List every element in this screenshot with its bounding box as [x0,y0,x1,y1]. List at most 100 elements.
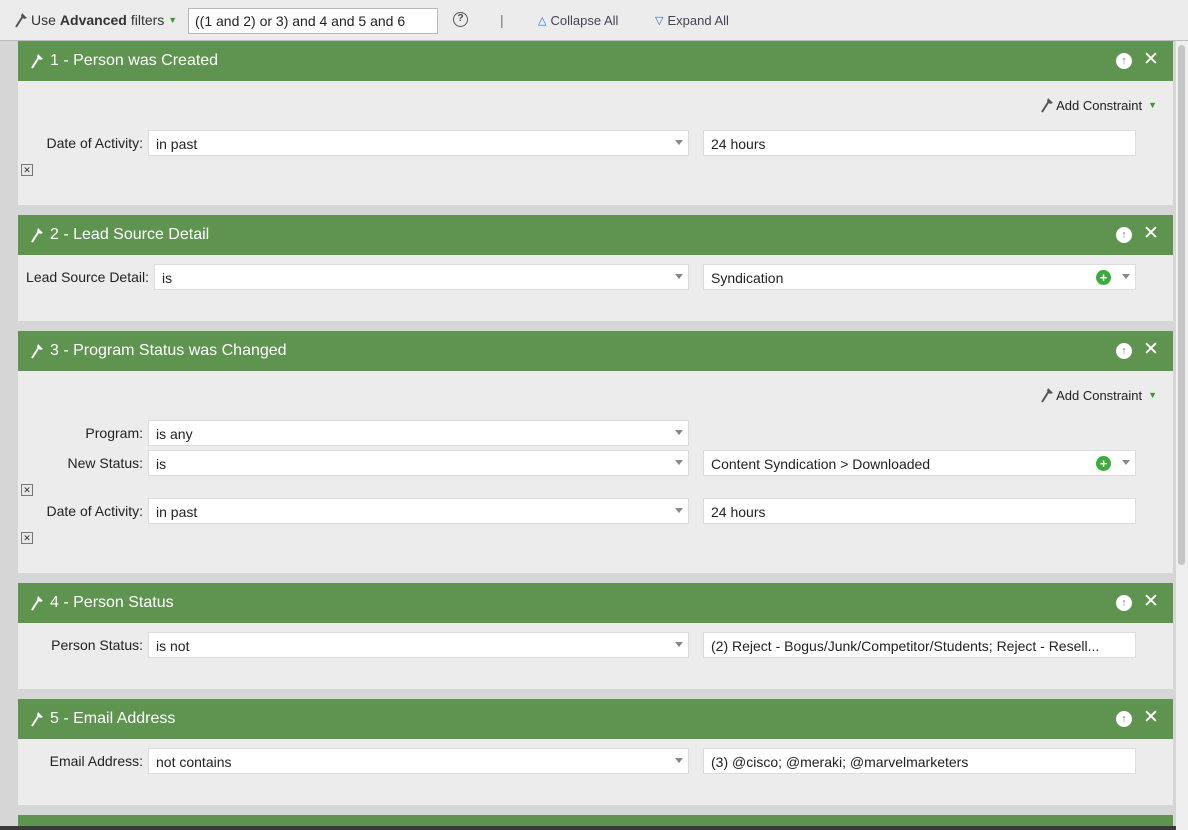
filter-panel-4: 4 - Person Status ↑ ✕ Person Status: is … [18,583,1173,689]
add-value-icon[interactable]: + [1096,456,1111,471]
move-up-icon[interactable]: ↑ [1116,711,1132,727]
lead-source-detail-label: Lead Source Detail: [26,269,149,285]
dropdown-caret-icon: ▼ [1148,390,1157,400]
program-label: Program: [85,425,143,441]
panel-header[interactable]: 3 - Program Status was Changed ↑ ✕ [18,331,1173,371]
close-icon[interactable]: ✕ [1143,50,1159,69]
remove-constraint-icon[interactable]: ✕ [21,532,33,544]
toolbar-separator: | [500,12,504,28]
wand-icon [1041,388,1054,403]
panel-title: 5 - Email Address [50,710,176,727]
value-field[interactable]: 24 hours [703,130,1136,156]
add-value-icon[interactable]: + [1096,270,1111,285]
drag-handle-icon[interactable] [30,53,44,69]
drag-handle-icon[interactable] [30,227,44,243]
scroll-thumb[interactable] [1178,45,1185,565]
date-of-activity-label: Date of Activity: [46,135,143,151]
wand-icon [1041,98,1054,113]
remove-constraint-icon[interactable]: ✕ [21,164,33,176]
new-status-value-select[interactable]: Content Syndication > Downloaded + [703,450,1136,476]
operator-value: in past [156,504,198,520]
dropdown-arrow-icon [675,274,683,279]
panel-header[interactable]: 5 - Email Address ↑ ✕ [18,699,1173,739]
expand-all-link[interactable]: ▽ Expand All [655,13,729,28]
dropdown-arrow-icon [1122,460,1130,465]
operator-select[interactable]: not contains [148,748,689,774]
filter-panel-3: 3 - Program Status was Changed ↑ ✕ Add C… [18,331,1173,573]
collapse-all-label: Collapse All [550,13,619,28]
dropdown-arrow-icon [675,460,683,465]
scrollbar[interactable] [1176,41,1188,830]
close-icon[interactable]: ✕ [1143,592,1159,611]
collapse-all-link[interactable]: △ Collapse All [538,13,618,28]
new-status-operator-select[interactable]: is [148,450,689,476]
use-advanced-filters-menu[interactable]: Use Advanced filters ▼ [14,12,177,28]
filter-panel-1: 1 - Person was Created ↑ ✕ Add Constrain… [18,41,1173,205]
date-operator-select[interactable]: in past [148,498,689,524]
move-up-icon[interactable]: ↑ [1116,53,1132,69]
dropdown-arrow-icon [675,430,683,435]
dropdown-caret-icon: ▼ [168,15,178,25]
operator-select[interactable]: is not [148,632,689,658]
close-icon[interactable]: ✕ [1143,224,1159,243]
dropdown-arrow-icon [1122,274,1130,279]
operator-select[interactable]: in past [148,130,689,156]
expand-triangle-icon: ▽ [655,15,664,27]
wand-icon [15,13,27,28]
panel-title: 4 - Person Status [50,594,174,611]
add-constraint-button[interactable]: Add Constraint ▼ [1040,97,1157,113]
operator-value: in past [156,136,198,152]
filter-panel-2: 2 - Lead Source Detail ↑ ✕ Lead Source D… [18,215,1173,321]
dropdown-caret-icon: ▼ [1148,100,1157,110]
dropdown-arrow-icon [675,140,683,145]
program-operator-select[interactable]: is any [148,420,689,446]
value-field[interactable]: (2) Reject - Bogus/Junk/Competitor/Stude… [703,632,1136,658]
value-text: Syndication [711,270,784,286]
filter-panel-5: 5 - Email Address ↑ ✕ Email Address: not… [18,699,1173,805]
move-up-icon[interactable]: ↑ [1116,227,1132,243]
panel-title: 1 - Person was Created [50,52,219,69]
drag-handle-icon[interactable] [30,711,44,727]
bottom-strip [0,826,1188,830]
operator-select[interactable]: is [154,264,689,290]
close-icon[interactable]: ✕ [1143,340,1159,359]
use-label: Use [31,12,56,28]
email-address-label: Email Address: [49,753,143,769]
panel-header[interactable]: 2 - Lead Source Detail ↑ ✕ [18,215,1173,255]
remove-constraint-icon[interactable]: ✕ [21,484,33,496]
filter-logic-input[interactable] [188,8,438,34]
close-icon[interactable]: ✕ [1143,708,1159,727]
add-constraint-label: Add Constraint [1056,97,1143,113]
value-field[interactable]: 24 hours [703,498,1136,524]
dropdown-arrow-icon [675,508,683,513]
move-up-icon[interactable]: ↑ [1116,343,1132,359]
operator-value: is any [156,426,193,442]
advanced-label: Advanced [59,12,127,28]
add-constraint-button[interactable]: Add Constraint ▼ [1040,387,1157,403]
person-status-label: Person Status: [51,637,143,653]
new-status-label: New Status: [67,455,143,471]
operator-value: is not [156,638,190,654]
filters-label: filters [130,12,165,28]
value-field[interactable]: (3) @cisco; @meraki; @marvelmarketers [703,748,1136,774]
panel-header[interactable]: 1 - Person was Created ↑ ✕ [18,41,1173,81]
add-constraint-label: Add Constraint [1056,387,1143,403]
help-icon[interactable]: ? [453,12,468,27]
drag-handle-icon[interactable] [30,343,44,359]
panel-title: 2 - Lead Source Detail [50,226,210,243]
panel-header[interactable]: 4 - Person Status ↑ ✕ [18,583,1173,623]
panel-title: 3 - Program Status was Changed [50,342,287,359]
dropdown-arrow-icon [675,642,683,647]
collapse-triangle-icon: △ [538,15,547,27]
move-up-icon[interactable]: ↑ [1116,595,1132,611]
drag-handle-icon[interactable] [30,595,44,611]
filter-toolbar: Use Advanced filters ▼ ? | △ Collapse Al… [0,0,1188,41]
date-of-activity-label: Date of Activity: [46,503,143,519]
dropdown-arrow-icon [675,758,683,763]
operator-value: not contains [156,754,232,770]
expand-all-label: Expand All [667,13,729,28]
value-select[interactable]: Syndication + [703,264,1136,290]
operator-value: is [162,270,173,286]
operator-value: is [156,456,167,472]
value-text: Content Syndication > Downloaded [711,456,931,472]
